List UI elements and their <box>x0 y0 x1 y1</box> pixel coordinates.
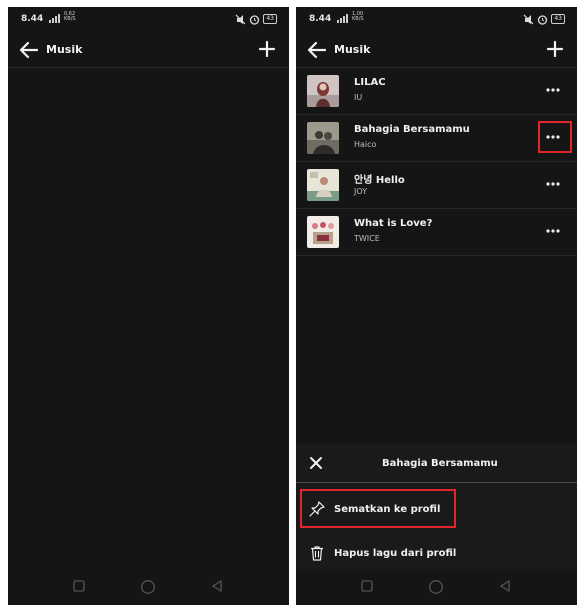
phone-screen-list: 8.44 1,00 KB/S 43 Musik LILAC IU Bahagia… <box>296 7 577 605</box>
status-bar: 8.44 0,62 KB/S 43 <box>8 7 289 33</box>
nav-back-icon[interactable] <box>210 579 224 593</box>
song-artist: IU <box>354 93 363 102</box>
song-artist: TWICE <box>354 234 380 243</box>
plus-icon[interactable] <box>545 39 565 59</box>
alarm-icon <box>538 14 548 25</box>
song-title: What is Love? <box>354 218 433 229</box>
signal-icon <box>337 14 348 23</box>
nav-circle-icon[interactable] <box>428 579 444 595</box>
album-art <box>307 75 339 107</box>
more-icon[interactable] <box>545 86 561 94</box>
back-arrow-icon[interactable] <box>18 39 40 61</box>
status-bar: 8.44 1,00 KB/S 43 <box>296 7 577 33</box>
page-title: Musik <box>334 43 371 56</box>
system-nav-bar <box>296 569 577 605</box>
nav-circle-icon[interactable] <box>140 579 156 595</box>
plus-icon[interactable] <box>257 39 277 59</box>
remove-from-profile-action[interactable]: Hapus lagu dari profil <box>308 543 456 563</box>
album-art <box>307 169 339 201</box>
battery-indicator: 43 <box>263 14 277 24</box>
album-art <box>307 216 339 248</box>
nav-square-icon[interactable] <box>360 579 374 593</box>
highlight-box <box>538 121 572 153</box>
divider <box>296 482 577 483</box>
song-artist: JOY <box>354 187 368 196</box>
app-bar: Musik <box>8 33 289 68</box>
trash-icon <box>311 546 323 561</box>
back-arrow-icon[interactable] <box>306 39 328 61</box>
song-row[interactable]: LILAC IU <box>296 68 577 115</box>
phone-screen-empty: 8.44 0,62 KB/S 43 Musik <box>8 7 289 605</box>
battery-indicator: 43 <box>551 14 565 24</box>
song-list: LILAC IU Bahagia Bersamamu Haico 안녕 Hell… <box>296 68 577 256</box>
page-title: Musik <box>46 43 83 56</box>
mute-icon <box>523 14 534 24</box>
song-row[interactable]: What is Love? TWICE <box>296 209 577 256</box>
more-icon[interactable] <box>545 227 561 235</box>
album-art <box>307 122 339 154</box>
nav-square-icon[interactable] <box>72 579 86 593</box>
status-time: 8.44 <box>309 14 332 24</box>
sheet-title: Bahagia Bersamamu <box>382 458 498 469</box>
close-icon[interactable] <box>308 455 324 471</box>
song-title: LILAC <box>354 77 386 88</box>
song-row[interactable]: Bahagia Bersamamu Haico <box>296 115 577 162</box>
app-bar: Musik <box>296 33 577 68</box>
system-nav-bar <box>8 569 289 605</box>
song-row[interactable]: 안녕 Hello JOY <box>296 162 577 209</box>
song-title: 안녕 Hello <box>354 175 405 186</box>
action-label: Hapus lagu dari profil <box>334 547 457 559</box>
status-time: 8.44 <box>21 14 44 24</box>
nav-back-icon[interactable] <box>498 579 512 593</box>
alarm-icon <box>250 14 260 25</box>
bottom-sheet: Bahagia Bersamamu Sematkan ke profil Hap… <box>296 444 577 569</box>
signal-icon <box>49 14 60 23</box>
network-speed: 1,00 KB/S <box>352 11 364 22</box>
song-title: Bahagia Bersamamu <box>354 124 470 135</box>
mute-icon <box>235 14 246 24</box>
network-speed: 0,62 KB/S <box>64 11 76 22</box>
status-right: 43 <box>523 13 565 25</box>
song-artist: Haico <box>354 140 377 149</box>
more-icon[interactable] <box>545 180 561 188</box>
highlight-box <box>300 489 456 528</box>
status-right: 43 <box>235 13 277 25</box>
